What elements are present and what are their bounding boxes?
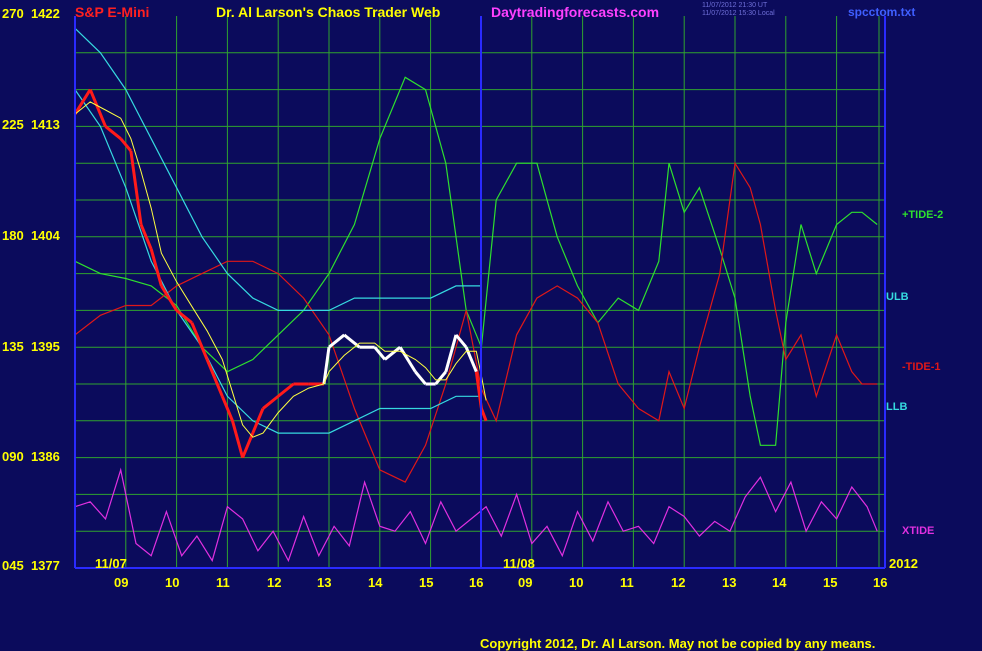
data-filename: spcctom.txt: [848, 5, 916, 19]
price-segment: [434, 370, 447, 385]
date-label-1108: 11/08: [503, 556, 535, 571]
series-tide2-line: [74, 76, 878, 446]
x-label-day1-12: 12: [267, 575, 282, 590]
x-label-day2-13: 13: [722, 575, 737, 590]
price-segment: [160, 285, 178, 312]
chart-svg: [73, 16, 886, 569]
x-label-day2-16: 16: [873, 575, 888, 590]
y-label-1413: 225 1413: [2, 117, 60, 132]
date-label-1107: 11/07: [95, 556, 127, 571]
x-label-day1-16: 16: [469, 575, 484, 590]
price-average-line: [74, 101, 487, 438]
timestamp-local: 11/07/2012 15:30 Local: [702, 10, 775, 17]
x-label-day1-13: 13: [317, 575, 332, 590]
x-label-day1-11: 11: [216, 575, 230, 590]
price-segment: [241, 432, 255, 459]
x-label-day2-15: 15: [823, 575, 838, 590]
x-label-day2-12: 12: [671, 575, 686, 590]
y-label-1377: 045 1377: [2, 558, 60, 573]
price-segment: [231, 420, 245, 458]
timestamp-ut: 11/07/2012 21:30 UT: [702, 2, 768, 9]
x-label-day1-10: 10: [165, 575, 180, 590]
series-label-ulb: ULB: [886, 291, 909, 303]
price-segment: [414, 370, 427, 385]
price-segment: [277, 382, 295, 398]
price-segment: [129, 150, 143, 225]
x-label-day1-14: 14: [368, 575, 383, 590]
price-segment: [262, 395, 280, 410]
price-segment: [149, 248, 163, 287]
price-segment: [479, 407, 488, 422]
x-label-day1-15: 15: [419, 575, 434, 590]
series-label-tide2: +TIDE-2: [902, 209, 944, 221]
symbol-title: S&P E-Mini: [75, 4, 150, 20]
price-segment: [398, 346, 417, 373]
series-label-tide1: -TIDE-1: [902, 361, 941, 373]
x-label-day2-14: 14: [772, 575, 787, 590]
x-label-day2-11: 11: [620, 575, 634, 590]
series-label-xtide: XTIDE: [902, 525, 935, 537]
y-label-1404: 180 1404: [2, 228, 60, 243]
website-link[interactable]: Daytradingforecasts.com: [491, 4, 659, 20]
x-label-day2-09: 09: [518, 575, 533, 590]
price-segment: [88, 89, 107, 127]
y-label-1386: 090 1386: [2, 449, 60, 464]
y-label-1422: 270 1422: [2, 6, 60, 21]
x-label-day2-10: 10: [569, 575, 584, 590]
copyright-notice: Copyright 2012, Dr. Al Larson. May not b…: [480, 636, 876, 651]
price-segment: [383, 346, 402, 361]
price-segment: [104, 125, 122, 140]
price-segment: [190, 322, 209, 361]
chart-series-group: [73, 27, 878, 563]
series-label-llb: LLB: [886, 401, 908, 413]
series-tide1-line: [74, 161, 878, 483]
y-label-1395: 135 1395: [2, 339, 60, 354]
year-label: 2012: [889, 556, 918, 571]
x-label-day1-09: 09: [114, 575, 129, 590]
series-xtide-line: [74, 467, 878, 563]
chart-title: Dr. Al Larson's Chaos Trader Web: [216, 4, 441, 20]
